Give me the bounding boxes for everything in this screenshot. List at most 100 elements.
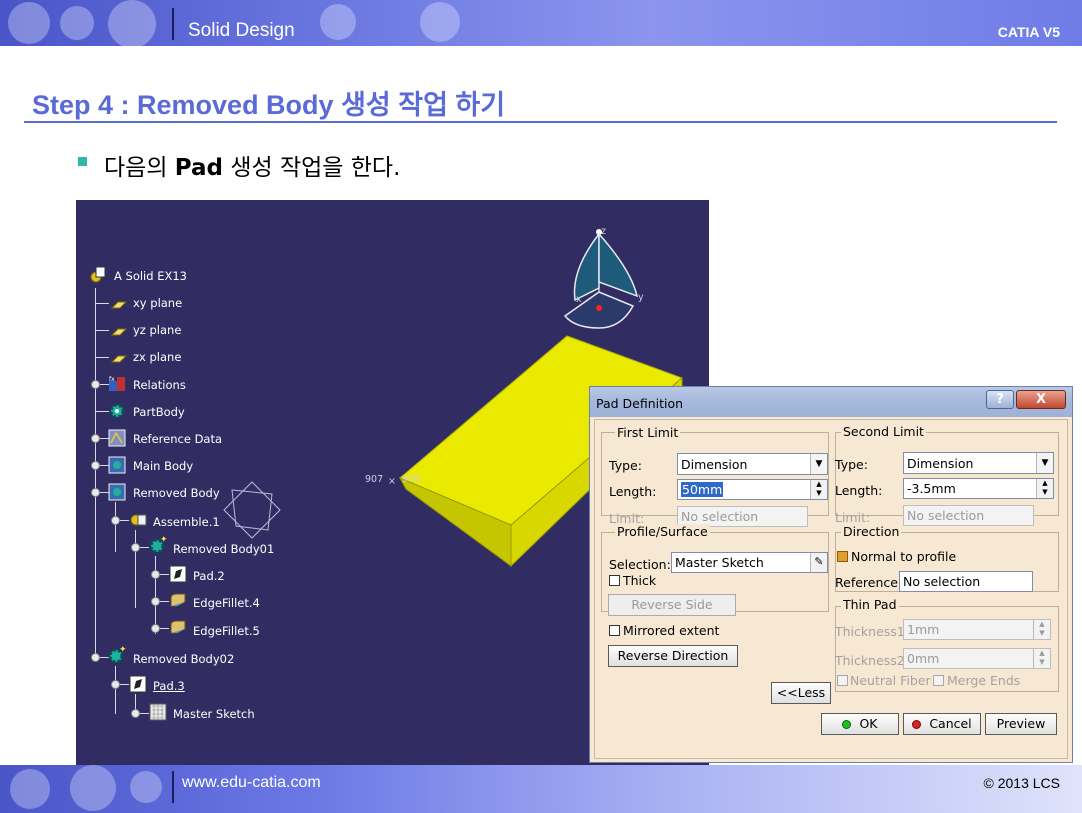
preview-button[interactable]: Preview: [985, 713, 1057, 735]
header-title: Solid Design: [188, 20, 295, 41]
neutral-fiber-checkbox[interactable]: [837, 675, 848, 686]
edge-fillet-icon[interactable]: [169, 619, 187, 637]
expand-node-icon[interactable]: [91, 380, 100, 389]
decor-bubble: [60, 6, 94, 40]
pad-definition-dialog: Pad Definition ? X First Limit Type: Dim…: [589, 386, 1073, 763]
tree-item-assemble[interactable]: Assemble.1: [153, 515, 220, 529]
body-icon[interactable]: [108, 483, 126, 501]
expand-node-icon[interactable]: [151, 570, 160, 579]
spinner-icon[interactable]: ▲ ▼: [1036, 479, 1053, 498]
ok-label: OK: [859, 716, 878, 731]
geometrical-set-icon[interactable]: [108, 429, 126, 447]
step-title: Step 4 : Removed Body 생성 작업 하기: [32, 90, 506, 120]
thick-label: Thick: [623, 573, 657, 588]
bullet-text-post: 생성 작업을 한다.: [223, 155, 401, 181]
expand-node-icon[interactable]: [131, 709, 140, 718]
expand-node-icon[interactable]: [91, 488, 100, 497]
close-button[interactable]: X: [1016, 390, 1066, 409]
expand-node-icon[interactable]: [91, 461, 100, 470]
tree-item-xy-plane[interactable]: xy plane: [133, 296, 182, 310]
selection-input[interactable]: Master Sketch ✎: [671, 552, 828, 573]
spinner-icon[interactable]: ▲ ▼: [810, 480, 827, 499]
first-length-input[interactable]: 50mm ▲ ▼: [677, 479, 828, 500]
tree-item-master-sketch[interactable]: Master Sketch: [173, 707, 255, 721]
cancel-label: Cancel: [929, 716, 972, 731]
pad-icon[interactable]: [129, 675, 147, 693]
expand-node-icon[interactable]: [111, 516, 120, 525]
first-limit-label: First Limit: [615, 425, 681, 440]
normal-to-profile-checkbox[interactable]: [837, 551, 848, 562]
expand-node-icon[interactable]: [151, 624, 160, 633]
first-type-select[interactable]: Dimension ▼: [677, 453, 828, 475]
decor-bubble: [320, 4, 356, 40]
tree-item-edgefillet4[interactable]: EdgeFillet.4: [193, 596, 260, 610]
chevron-down-icon[interactable]: ▼: [810, 454, 827, 474]
tree-trunk-line: [95, 288, 96, 654]
tree-connector: [95, 411, 109, 412]
sketch-icon[interactable]: [149, 703, 167, 721]
second-length-label: Length:: [835, 483, 883, 498]
ok-button[interactable]: OK: [821, 713, 899, 735]
part-icon[interactable]: [89, 266, 107, 284]
tree-item-pad3[interactable]: Pad.3: [153, 679, 185, 693]
reference-label: Reference:: [835, 575, 903, 590]
thin-pad-label: Thin Pad: [841, 597, 899, 612]
tree-item-root[interactable]: A Solid EX13: [114, 269, 187, 283]
sketch-edit-icon[interactable]: ✎: [810, 553, 827, 572]
gear-icon[interactable]: ✦: [149, 535, 168, 554]
plane-icon[interactable]: [110, 350, 128, 368]
plane-icon[interactable]: [110, 296, 128, 314]
chevron-down-icon[interactable]: ▼: [1036, 453, 1053, 473]
tree-item-removed-body02[interactable]: Removed Body02: [133, 652, 234, 666]
tree-connector: [140, 547, 149, 548]
edge-fillet-icon[interactable]: [169, 592, 187, 610]
cancel-status-icon: [912, 720, 922, 729]
tree-connector: [120, 520, 129, 521]
expand-node-icon[interactable]: [151, 597, 160, 606]
body-icon[interactable]: [108, 456, 126, 474]
thickness1-input[interactable]: 1mm ▲ ▼: [903, 619, 1051, 640]
tree-item-pad2[interactable]: Pad.2: [193, 569, 225, 583]
pad-icon[interactable]: [169, 565, 187, 583]
gear-icon[interactable]: ✦: [108, 645, 127, 664]
gear-icon[interactable]: [108, 402, 126, 420]
second-length-input[interactable]: -3.5mm ▲ ▼: [903, 478, 1054, 499]
spinner-icon[interactable]: ▲ ▼: [1033, 649, 1050, 668]
footer-url-link[interactable]: www.edu-catia.com: [182, 774, 321, 792]
relations-icon[interactable]: fx: [108, 375, 126, 393]
thick-checkbox[interactable]: [609, 575, 620, 586]
help-button[interactable]: ?: [986, 390, 1014, 409]
dialog-titlebar[interactable]: Pad Definition ? X: [590, 387, 1072, 417]
tree-item-yz-plane[interactable]: yz plane: [133, 323, 181, 337]
plane-icon[interactable]: [110, 323, 128, 341]
cancel-button[interactable]: Cancel: [903, 713, 981, 735]
thickness2-input[interactable]: 0mm ▲ ▼: [903, 648, 1051, 669]
expand-node-icon[interactable]: [111, 680, 120, 689]
merge-ends-checkbox[interactable]: [933, 675, 944, 686]
second-limit-input[interactable]: No selection: [903, 505, 1034, 526]
thickness1-label: Thickness1:: [835, 624, 909, 639]
tree-item-zx-plane[interactable]: zx plane: [133, 350, 181, 364]
normal-to-profile-label: Normal to profile: [851, 549, 957, 564]
tree-item-partbody[interactable]: PartBody: [133, 405, 185, 419]
tree-item-removed-body[interactable]: Removed Body: [133, 486, 220, 500]
first-length-value: 50mm: [681, 482, 724, 497]
assemble-icon[interactable]: [129, 511, 147, 529]
tree-item-reference-data[interactable]: Reference Data: [133, 432, 222, 446]
reverse-direction-button[interactable]: Reverse Direction: [608, 645, 738, 667]
expand-node-icon[interactable]: [131, 543, 140, 552]
reverse-side-button[interactable]: Reverse Side: [608, 594, 736, 616]
tree-item-main-body[interactable]: Main Body: [133, 459, 193, 473]
bullet-text-bold: Pad: [174, 155, 224, 181]
second-type-select[interactable]: Dimension ▼: [903, 452, 1054, 474]
tree-item-relations[interactable]: Relations: [133, 378, 186, 392]
reference-input[interactable]: No selection: [899, 571, 1033, 592]
mirrored-extent-checkbox[interactable]: [609, 625, 620, 636]
dialog-title: Pad Definition: [596, 396, 684, 411]
expand-node-icon[interactable]: [91, 653, 100, 662]
less-button[interactable]: <<Less: [771, 682, 831, 704]
expand-node-icon[interactable]: [91, 434, 100, 443]
tree-item-removed-body01[interactable]: Removed Body01: [173, 542, 274, 556]
tree-item-edgefillet5[interactable]: EdgeFillet.5: [193, 624, 260, 638]
spinner-icon[interactable]: ▲ ▼: [1033, 620, 1050, 639]
